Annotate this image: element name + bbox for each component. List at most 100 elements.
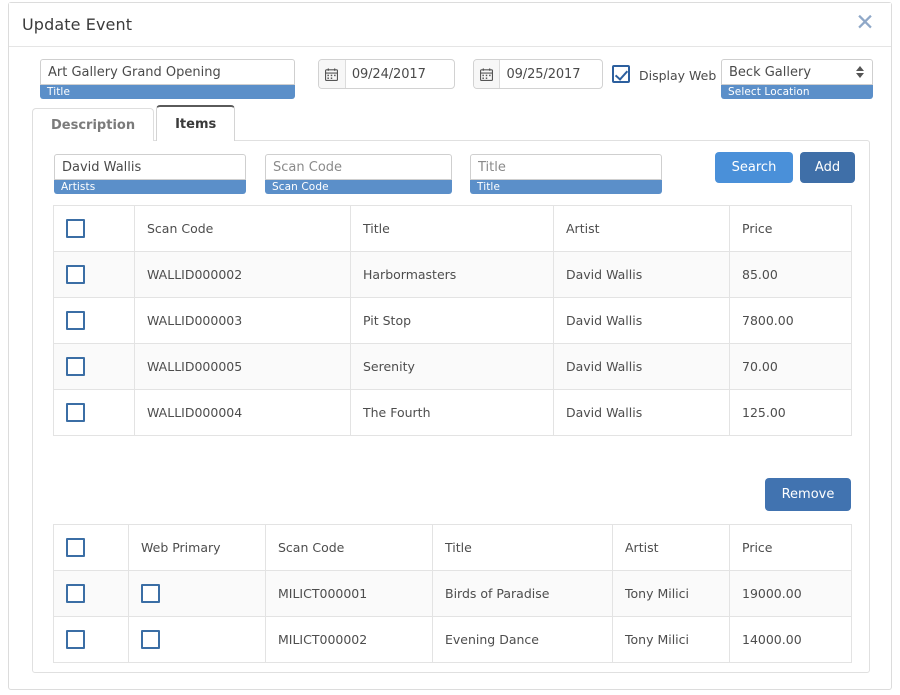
artists-input[interactable] (54, 154, 246, 180)
results-table: Scan Code Title Artist Price WALLID00000… (53, 205, 852, 436)
dialog-header: Update Event ✕ (9, 3, 891, 47)
cell-artist: David Wallis (553, 343, 730, 390)
event-title-input[interactable] (40, 59, 295, 85)
artists-label: Artists (54, 180, 246, 194)
row-select-cell (53, 251, 135, 298)
close-icon[interactable]: ✕ (851, 9, 879, 37)
row-select-cell (53, 389, 135, 436)
results-col-scan-code: Scan Code (134, 205, 351, 252)
cell-artist: David Wallis (553, 251, 730, 298)
event-title-field-group: Title (40, 59, 295, 99)
selected-table-body: MILICT000001 Birds of Paradise Tony Mili… (53, 570, 852, 663)
row-select-cell (53, 570, 129, 617)
table-row[interactable]: WALLID000003 Pit Stop David Wallis 7800.… (53, 297, 852, 344)
table-row[interactable]: MILICT000002 Evening Dance Tony Milici 1… (53, 616, 852, 663)
location-select-value: Beck Gallery (729, 64, 812, 80)
row-checkbox[interactable] (66, 630, 85, 649)
scan-code-field-group: Scan Code (265, 154, 452, 194)
scan-code-label: Scan Code (265, 180, 452, 194)
cell-price: 85.00 (729, 251, 852, 298)
cell-price: 70.00 (729, 343, 852, 390)
cell-title: Evening Dance (432, 616, 613, 663)
scan-code-input[interactable] (265, 154, 452, 180)
row-checkbox[interactable] (66, 584, 85, 603)
row-select-cell (53, 616, 129, 663)
spinner-arrows-icon (856, 66, 864, 78)
selected-table-wrap: Web Primary Scan Code Title Artist Price (53, 524, 852, 663)
location-select[interactable]: Beck Gallery (721, 59, 873, 85)
table-row[interactable]: MILICT000001 Birds of Paradise Tony Mili… (53, 570, 852, 617)
table-row[interactable]: WALLID000002 Harbormasters David Wallis … (53, 251, 852, 298)
tab-description[interactable]: Description (32, 108, 155, 141)
cell-price: 125.00 (729, 389, 852, 436)
update-event-dialog: Update Event ✕ Title (8, 2, 892, 690)
item-search-bar: Artists Scan Code Title Search Add (33, 141, 869, 197)
selected-col-artist: Artist (612, 524, 730, 571)
results-col-price: Price (729, 205, 852, 252)
cell-scan-code: WALLID000002 (134, 251, 351, 298)
row-select-cell (53, 343, 135, 390)
selected-col-price: Price (729, 524, 852, 571)
location-field-group: Beck Gallery Select Location (721, 59, 873, 99)
start-date-field[interactable] (318, 59, 455, 89)
cell-scan-code: WALLID000004 (134, 389, 351, 436)
dialog-body: Title (9, 47, 891, 683)
tab-items[interactable]: Items (156, 105, 236, 141)
add-button[interactable]: Add (800, 152, 855, 183)
cell-artist: Tony Milici (612, 616, 730, 663)
cell-scan-code: WALLID000005 (134, 343, 351, 390)
row-checkbox[interactable] (66, 265, 85, 284)
cell-price: 14000.00 (729, 616, 852, 663)
cell-scan-code: MILICT000001 (265, 570, 433, 617)
selected-table-header-row: Web Primary Scan Code Title Artist Price (53, 524, 852, 571)
artists-field-group: Artists (54, 154, 246, 194)
end-date-field[interactable] (473, 59, 603, 89)
calendar-icon[interactable] (474, 60, 501, 88)
results-col-title: Title (350, 205, 554, 252)
table-row[interactable]: WALLID000004 The Fourth David Wallis 125… (53, 389, 852, 436)
cell-title: Pit Stop (350, 297, 554, 344)
tab-description-label: Description (51, 117, 136, 133)
cell-artist: David Wallis (553, 389, 730, 436)
title-search-input[interactable] (470, 154, 662, 180)
event-title-label: Title (40, 85, 295, 99)
row-select-cell (53, 297, 135, 344)
selected-table: Web Primary Scan Code Title Artist Price (53, 524, 852, 663)
selected-col-scan-code: Scan Code (265, 524, 433, 571)
results-col-artist: Artist (553, 205, 730, 252)
title-search-label: Title (470, 180, 662, 194)
table-row[interactable]: WALLID000005 Serenity David Wallis 70.00 (53, 343, 852, 390)
row-checkbox[interactable] (66, 403, 85, 422)
selected-col-title: Title (432, 524, 613, 571)
results-table-body: WALLID000002 Harbormasters David Wallis … (53, 251, 852, 436)
event-form-row: Title (9, 47, 891, 105)
selected-col-web-primary: Web Primary (128, 524, 266, 571)
items-tab-panel: Artists Scan Code Title Search Add (32, 140, 870, 673)
results-table-wrap: Scan Code Title Artist Price WALLID00000… (53, 205, 852, 436)
display-web-label: Display Web (639, 68, 717, 83)
web-primary-cell (128, 570, 266, 617)
cell-scan-code: WALLID000003 (134, 297, 351, 344)
title-search-field-group: Title (470, 154, 662, 194)
row-checkbox[interactable] (66, 311, 85, 330)
results-table-header-row: Scan Code Title Artist Price (53, 205, 852, 252)
web-primary-checkbox[interactable] (141, 630, 160, 649)
end-date-input[interactable] (500, 60, 602, 88)
results-select-all-checkbox[interactable] (66, 219, 85, 238)
row-checkbox[interactable] (66, 357, 85, 376)
cell-title: Serenity (350, 343, 554, 390)
display-web-checkbox[interactable] (612, 65, 630, 83)
cell-price: 19000.00 (729, 570, 852, 617)
start-date-input[interactable] (345, 60, 454, 88)
tab-items-label: Items (175, 116, 217, 132)
calendar-icon[interactable] (319, 60, 346, 88)
dialog-title: Update Event (22, 15, 133, 34)
cell-scan-code: MILICT000002 (265, 616, 433, 663)
web-primary-checkbox[interactable] (141, 584, 160, 603)
selected-select-all-checkbox[interactable] (66, 538, 85, 557)
remove-button[interactable]: Remove (765, 478, 851, 511)
cell-title: Birds of Paradise (432, 570, 613, 617)
selected-select-all-cell (53, 524, 129, 571)
search-button[interactable]: Search (715, 152, 793, 183)
tabs-area: Description Items Artists Scan Code (9, 105, 891, 683)
